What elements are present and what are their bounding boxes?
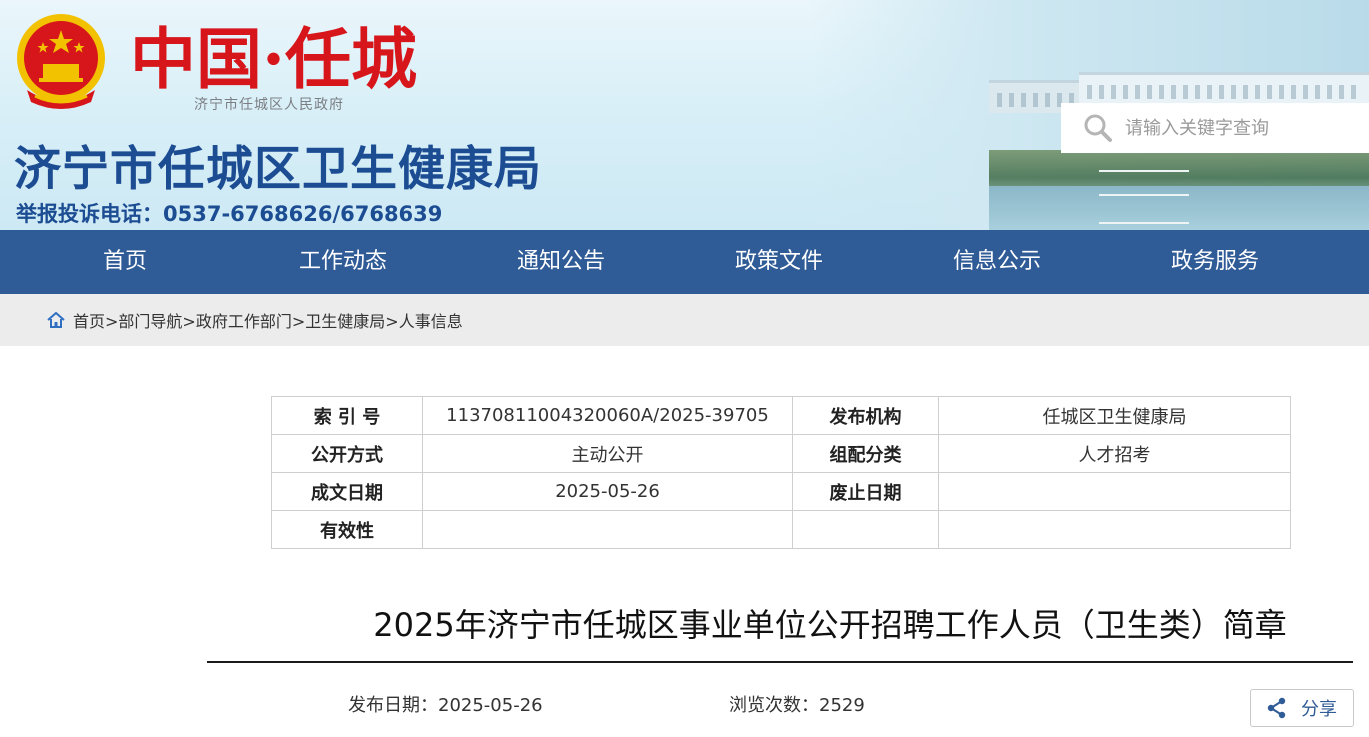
logo-wordmark: 中国·任城 (130, 20, 417, 98)
share-icon (1267, 697, 1286, 719)
breadcrumb-dept-nav[interactable]: 部门导航> (118, 308, 195, 332)
value-disclosure-method: 主动公开 (422, 434, 793, 473)
label-expiry-date: 废止日期 (792, 472, 939, 511)
share-button[interactable]: 分享 (1250, 689, 1354, 727)
value-publisher: 任城区卫生健康局 (938, 396, 1291, 435)
empty-cell (792, 510, 939, 549)
article-title: 2025年济宁市任城区事业单位公开招聘工作人员（卫生类）简章 (373, 606, 1287, 644)
empty-cell (938, 510, 1291, 549)
search-input[interactable] (1125, 117, 1355, 139)
nav-item-disclosure[interactable]: 信息公示 (888, 230, 1106, 294)
home-icon (47, 312, 65, 328)
document-info-table: 索 引 号 11370811004320060A/2025-39705 发布机构… (271, 396, 1291, 549)
breadcrumb: 首页> 部门导航> 政府工作部门> 卫生健康局> 人事信息 (47, 294, 463, 346)
value-validity (422, 510, 793, 549)
nav-item-notices[interactable]: 通知公告 (452, 230, 670, 294)
report-hotline: 举报投诉电话：0537-6768626/6768639 (16, 202, 443, 226)
share-label: 分享 (1301, 699, 1337, 720)
value-index-number: 11370811004320060A/2025-39705 (422, 396, 793, 435)
search-icon[interactable] (1083, 113, 1113, 143)
value-written-date: 2025-05-26 (422, 472, 793, 511)
national-emblem-icon (17, 14, 105, 109)
search-box[interactable] (1061, 103, 1369, 153)
logo-wordmark-text: 中国·任城 (130, 20, 417, 98)
nav-item-home[interactable]: 首页 (16, 230, 234, 294)
view-count: 浏览次数：2529 (729, 695, 865, 716)
breadcrumb-home[interactable]: 首页> (73, 308, 118, 332)
nav-item-work-news[interactable]: 工作动态 (234, 230, 452, 294)
value-category: 人才招考 (938, 434, 1291, 473)
label-validity: 有效性 (271, 510, 423, 549)
label-category: 组配分类 (792, 434, 939, 473)
value-expiry-date (938, 472, 1291, 511)
site-header: 中国·任城 济宁市任城区人民政府 济宁市任城区卫生健康局 举报投诉电话：0537… (0, 0, 1369, 230)
label-written-date: 成文日期 (271, 472, 423, 511)
main-nav: 首页 工作动态 通知公告 政策文件 信息公示 政务服务 (0, 230, 1369, 294)
breadcrumb-bar: 首页> 部门导航> 政府工作部门> 卫生健康局> 人事信息 (0, 294, 1369, 346)
gov-subtitle: 济宁市任城区人民政府 (194, 97, 344, 113)
label-index-number: 索 引 号 (271, 396, 423, 435)
nav-item-gov-services[interactable]: 政务服务 (1106, 230, 1324, 294)
breadcrumb-personnel-info[interactable]: 人事信息 (399, 308, 463, 332)
table-row: 索 引 号 11370811004320060A/2025-39705 发布机构… (271, 396, 1291, 435)
table-row: 公开方式 主动公开 组配分类 人才招考 (271, 434, 1291, 473)
table-row: 成文日期 2025-05-26 废止日期 (271, 472, 1291, 511)
table-row: 有效性 (271, 510, 1291, 549)
publish-date: 发布日期：2025-05-26 (348, 695, 543, 716)
site-title: 济宁市任城区卫生健康局 (14, 142, 542, 197)
title-divider (207, 661, 1353, 663)
label-disclosure-method: 公开方式 (271, 434, 423, 473)
breadcrumb-health-bureau[interactable]: 卫生健康局> (305, 308, 398, 332)
breadcrumb-gov-depts[interactable]: 政府工作部门> (196, 308, 305, 332)
nav-item-policies[interactable]: 政策文件 (670, 230, 888, 294)
label-publisher: 发布机构 (792, 396, 939, 435)
